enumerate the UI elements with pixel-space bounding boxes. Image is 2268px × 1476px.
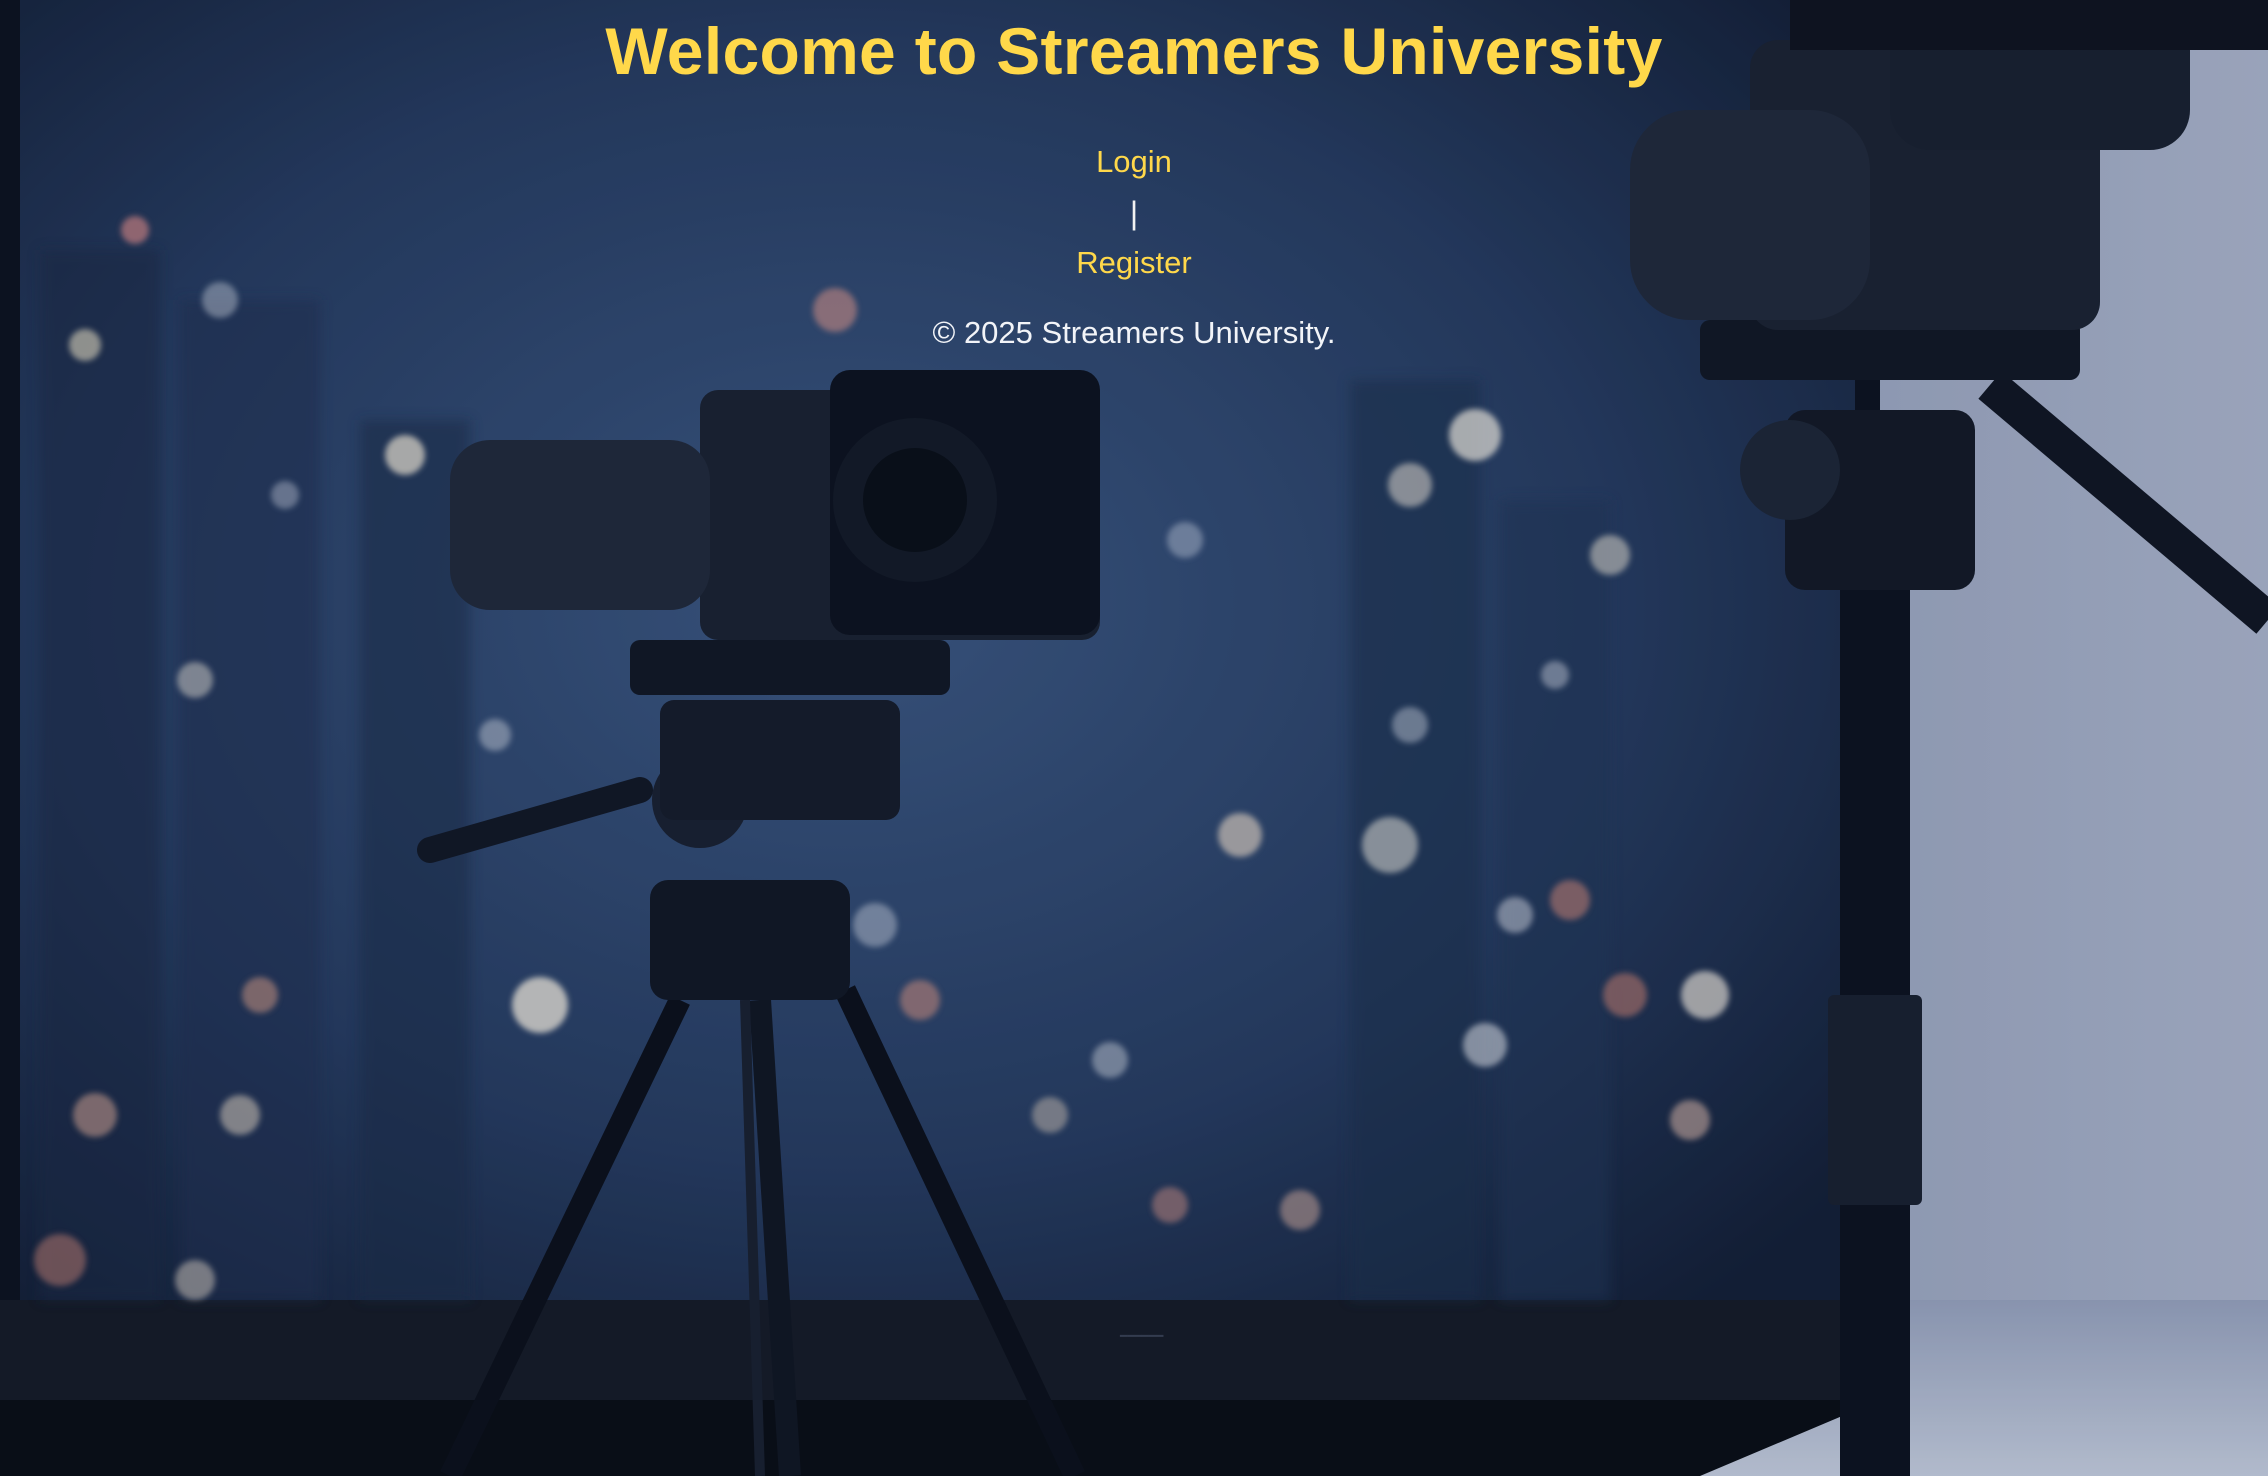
main-content: Welcome to Streamers University Login | … bbox=[0, 0, 2268, 351]
page-title: Welcome to Streamers University bbox=[605, 14, 1663, 88]
page: ━━━━━━ Welcome to Streamers University L… bbox=[0, 0, 2268, 1476]
login-link[interactable]: Login bbox=[1096, 144, 1172, 180]
copyright-text: © 2025 Streamers University. bbox=[932, 315, 1336, 350]
nav-separator: | bbox=[1129, 195, 1139, 231]
auth-nav: Login | Register bbox=[0, 144, 2268, 281]
register-link[interactable]: Register bbox=[1076, 245, 1191, 281]
